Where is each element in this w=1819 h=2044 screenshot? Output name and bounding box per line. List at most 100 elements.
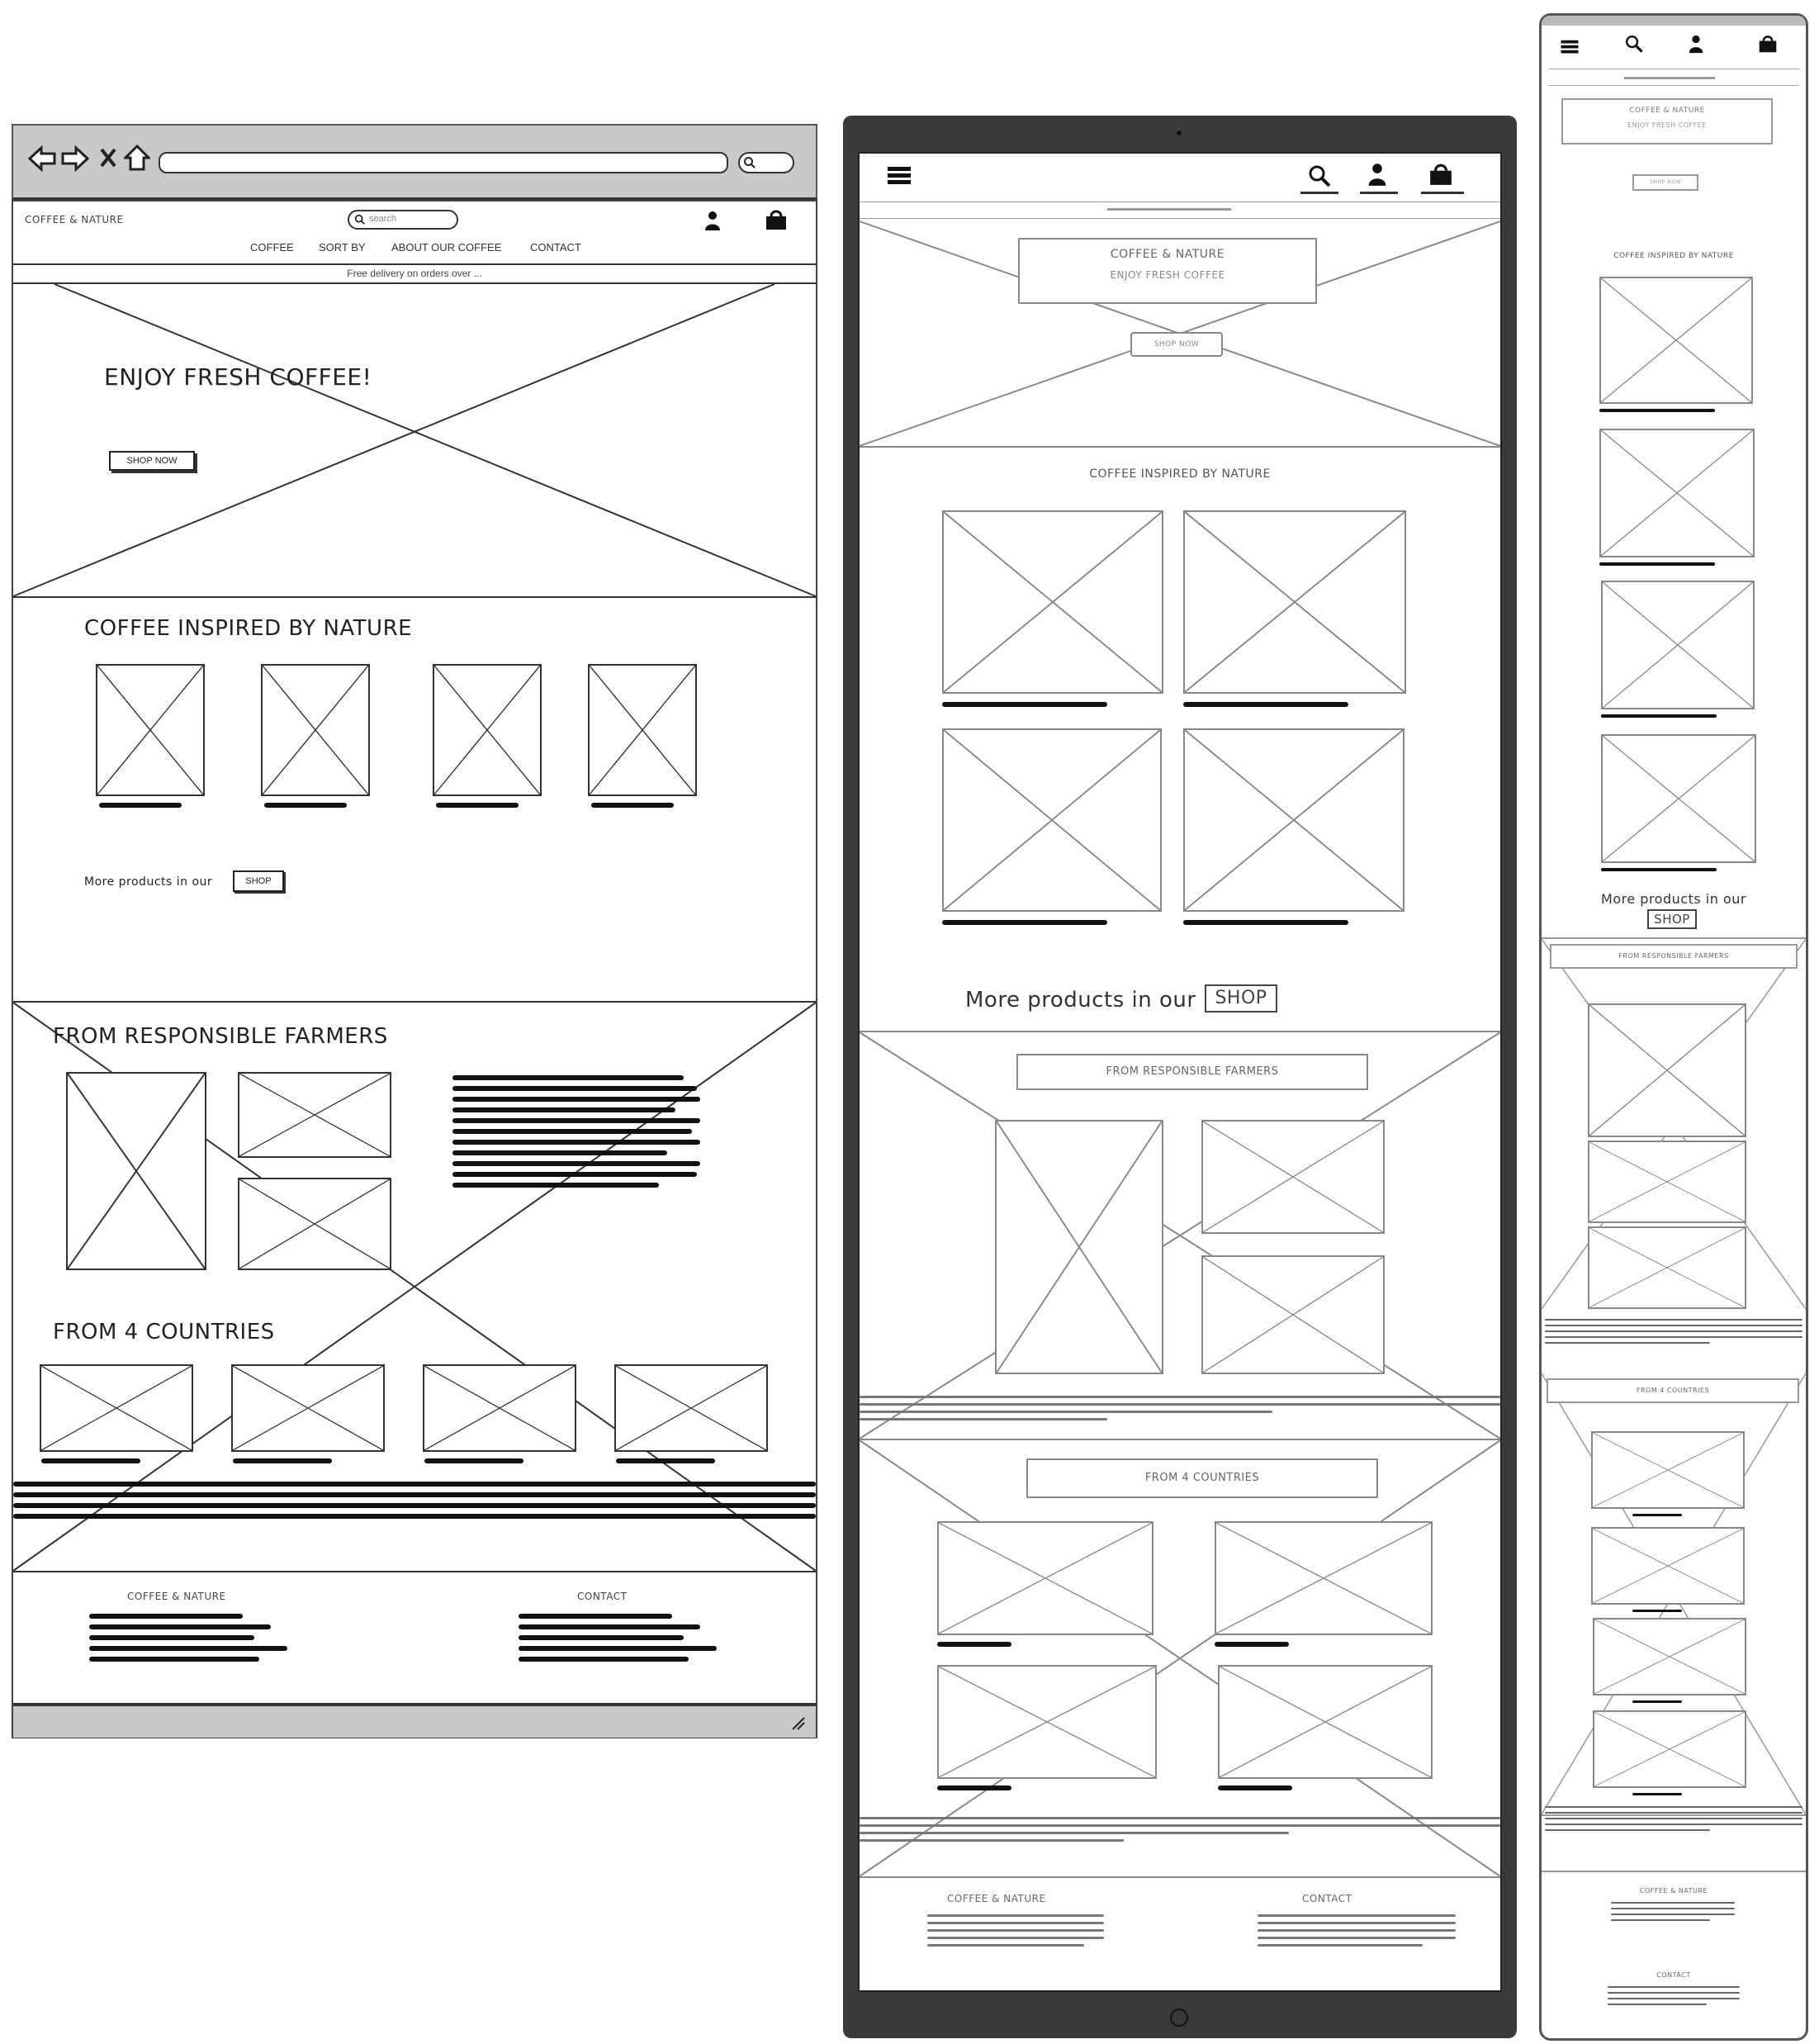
hamburger-menu-icon[interactable]	[886, 165, 912, 187]
cart-icon[interactable]	[765, 208, 788, 231]
search-icon	[354, 214, 365, 225]
user-icon[interactable]	[1687, 34, 1705, 54]
home-button-icon[interactable]	[1170, 2008, 1188, 2027]
footer-brand: COFFEE & NATURE	[127, 1591, 226, 1602]
home-icon[interactable]	[124, 144, 150, 172]
tablet-country-image-4[interactable]	[1218, 1665, 1433, 1779]
tablet-screen: COFFEE & NATURE ENJOY FRESH COFFEE SHOP …	[858, 152, 1502, 1992]
browser-status-bar	[13, 1705, 816, 1738]
mobile-product-image-3[interactable]	[1601, 581, 1755, 709]
mobile-country-image-4[interactable]	[1593, 1710, 1746, 1788]
nav-sort-by[interactable]: SORT BY	[319, 241, 366, 254]
product-image-1[interactable]	[96, 664, 205, 796]
section1-title: COFFEE INSPIRED BY NATURE	[84, 616, 413, 641]
mobile-product-caption-4	[1601, 868, 1717, 877]
cart-icon[interactable]	[1428, 162, 1454, 187]
more-products-text: More products in our	[84, 875, 213, 889]
mobile-shop-now-button[interactable]: SHOP NOW	[1632, 174, 1698, 191]
product-caption-2	[264, 803, 347, 813]
cart-icon[interactable]	[1758, 34, 1778, 54]
farmers-description	[452, 1075, 700, 1193]
footer-contact-text	[519, 1614, 717, 1667]
nav-coffee[interactable]: COFFEE	[250, 241, 294, 254]
farmer-image-bottom[interactable]	[238, 1178, 391, 1270]
address-bar[interactable]	[159, 152, 728, 173]
country-image-4[interactable]	[614, 1364, 768, 1452]
hero-title: ENJOY FRESH COFFEE!	[104, 363, 372, 391]
country-image-2[interactable]	[231, 1364, 385, 1452]
search-icon[interactable]	[1624, 34, 1644, 54]
tablet-product-image-2[interactable]	[1183, 510, 1406, 694]
tablet-more-products: More products in our	[965, 988, 1196, 1013]
mobile-farmer-image-top[interactable]	[1588, 1141, 1746, 1223]
product-image-2[interactable]	[261, 664, 370, 796]
tablet-country-caption-2	[1215, 1642, 1289, 1653]
hero-section: ENJOY FRESH COFFEE! SHOP NOW	[12, 283, 817, 598]
tablet-section2-title: FROM RESPONSIBLE FARMERS	[1016, 1054, 1368, 1090]
mobile-countries-description	[1545, 1806, 1802, 1835]
tablet-url-line	[1107, 208, 1231, 211]
tablet-country-image-2[interactable]	[1215, 1521, 1433, 1635]
tablet-country-caption-1	[937, 1642, 1011, 1653]
tablet-section1-title: COFFEE INSPIRED BY NATURE	[1089, 467, 1271, 481]
user-icon[interactable]	[703, 210, 722, 231]
nav-contact[interactable]: CONTACT	[530, 241, 581, 254]
mobile-footer-brand: COFFEE & NATURE	[1639, 1887, 1708, 1895]
header-search[interactable]: search	[348, 210, 458, 230]
resize-grip-icon[interactable]	[789, 1714, 806, 1731]
user-icon-caption	[1360, 192, 1398, 194]
tablet-product-image-4[interactable]	[1183, 728, 1405, 912]
mobile-url-line	[1624, 77, 1715, 79]
hamburger-menu-icon[interactable]	[1560, 39, 1580, 55]
mobile-country-caption-2	[1632, 1610, 1682, 1618]
country-image-1[interactable]	[40, 1364, 193, 1452]
tablet-countries-placeholder	[859, 1439, 1501, 1877]
tablet-farmer-image-top[interactable]	[1201, 1120, 1385, 1234]
product-caption-3	[436, 803, 519, 813]
mobile-product-image-4[interactable]	[1601, 734, 1756, 863]
mobile-country-image-2[interactable]	[1591, 1527, 1745, 1605]
tablet-country-image-3[interactable]	[937, 1665, 1157, 1779]
tablet-country-image-1[interactable]	[937, 1521, 1153, 1635]
user-icon[interactable]	[1367, 162, 1388, 187]
tablet-hero-title: COFFEE & NATURE	[1110, 248, 1225, 261]
browser-search-field[interactable]	[738, 152, 794, 173]
mobile-farmer-image-large[interactable]	[1588, 1003, 1746, 1137]
tablet-shop-button[interactable]: SHOP	[1205, 984, 1277, 1013]
mobile-product-image-1[interactable]	[1599, 277, 1753, 404]
tablet-farmer-image-large[interactable]	[995, 1120, 1163, 1374]
search-icon-caption	[1300, 192, 1338, 194]
tablet-wireframe: COFFEE & NATURE ENJOY FRESH COFFEE SHOP …	[843, 116, 1517, 2038]
shop-button[interactable]: SHOP	[233, 870, 284, 892]
country-image-3[interactable]	[423, 1364, 576, 1452]
country-caption-4	[616, 1458, 715, 1469]
tablet-product-image-3[interactable]	[942, 728, 1162, 912]
farmer-image-large[interactable]	[66, 1072, 206, 1270]
product-image-4[interactable]	[588, 664, 697, 796]
countries-description	[13, 1482, 816, 1525]
tablet-footer-brand-text	[927, 1914, 1104, 1952]
shop-now-button[interactable]: SHOP NOW	[109, 451, 195, 471]
mobile-country-image-3[interactable]	[1593, 1618, 1746, 1695]
footer-brand-text	[89, 1614, 287, 1667]
desktop-page: COFFEE & NATURE search COFFEE SORT BY AB…	[12, 200, 817, 1738]
product-image-3[interactable]	[433, 664, 542, 796]
brand-logo[interactable]: COFFEE & NATURE	[25, 214, 124, 225]
tablet-farmer-image-bottom[interactable]	[1201, 1255, 1385, 1374]
mobile-country-caption-1	[1632, 1514, 1682, 1522]
tablet-shop-now-button[interactable]: SHOP NOW	[1130, 332, 1223, 357]
farmer-image-top[interactable]	[238, 1072, 391, 1158]
close-icon[interactable]	[99, 147, 117, 168]
tablet-product-image-1[interactable]	[942, 510, 1163, 694]
tablet-product-caption-1	[942, 702, 1107, 713]
mobile-product-image-2[interactable]	[1599, 429, 1755, 557]
back-arrow-icon[interactable]	[28, 145, 56, 172]
search-icon[interactable]	[1307, 164, 1332, 188]
mobile-shop-button[interactable]: SHOP	[1647, 909, 1697, 929]
forward-arrow-icon[interactable]	[61, 145, 89, 172]
farmers-section: FROM RESPONSIBLE FARMERS FROM 4 COUNTRIE…	[12, 1002, 817, 1572]
nav-about-our-coffee[interactable]: ABOUT OUR COFFEE	[391, 241, 501, 254]
mobile-farmer-image-bottom[interactable]	[1588, 1226, 1746, 1309]
tablet-footer-contact-text	[1258, 1914, 1456, 1952]
mobile-country-image-1[interactable]	[1591, 1431, 1745, 1509]
